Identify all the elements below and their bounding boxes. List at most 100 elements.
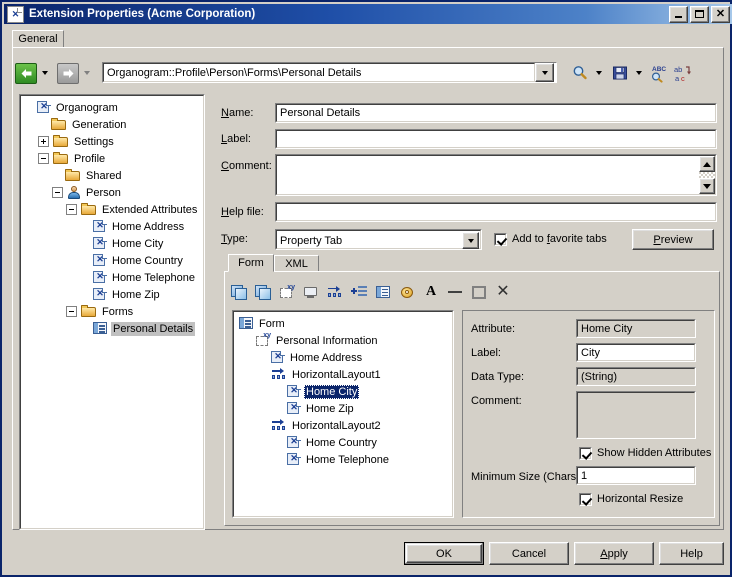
spell-check-icon[interactable]: ABC [647, 62, 671, 84]
horizontal-resize-checkbox[interactable]: Horizontal Resize [579, 492, 683, 506]
tree-item[interactable]: Person [24, 184, 203, 201]
horizontal-resize-checkbox-box[interactable] [579, 492, 592, 506]
comment-scroll-up-button[interactable] [699, 156, 715, 172]
form-structure-tree[interactable]: Form xy Personal Information Home Address Ho… [233, 311, 453, 517]
tree-item[interactable]: Home Address [237, 349, 452, 366]
label-field[interactable] [275, 129, 717, 149]
back-button[interactable] [14, 62, 38, 84]
tree-item[interactable]: HorizontalLayout1 [237, 366, 452, 383]
show-hidden-checkbox-box[interactable] [579, 446, 592, 460]
maximize-button[interactable] [690, 5, 709, 23]
close-button[interactable]: ✕ [711, 5, 730, 23]
tab-general[interactable]: General [12, 30, 64, 48]
tree-expand-icon[interactable] [38, 136, 49, 147]
help-button[interactable]: Help [659, 542, 724, 565]
tree-item[interactable]: Home City [237, 383, 452, 400]
separator-icon[interactable] [446, 283, 464, 301]
tree-item-label: Home Address [112, 220, 185, 233]
search-options-dropdown[interactable] [592, 62, 605, 84]
paste-form-icon[interactable] [254, 283, 272, 301]
add-screen-icon[interactable] [302, 283, 320, 301]
tree-item-label: Home City [112, 237, 164, 250]
navigation-tree-panel[interactable]: Organogram Generation Settings Profile Share… [19, 94, 205, 530]
type-dropdown-arrow[interactable] [462, 232, 479, 249]
tree-expander-none [24, 103, 33, 112]
attribute-icon [93, 253, 107, 267]
tree-item[interactable]: xy Personal Information [237, 332, 452, 349]
tree-item[interactable]: Home Zip [237, 400, 452, 417]
forward-button[interactable] [56, 62, 80, 84]
address-dropdown-arrow[interactable] [535, 63, 554, 82]
apply-button[interactable]: Apply [574, 542, 654, 565]
tree-expander-none [80, 273, 89, 282]
tree-item[interactable]: Settings [24, 133, 203, 150]
tree-item-label: Home Country [306, 436, 377, 449]
tree-item[interactable]: Home City [24, 235, 203, 252]
ok-button[interactable]: OK [404, 542, 484, 565]
preview-button[interactable]: Preview [632, 229, 714, 250]
group-icon[interactable] [470, 283, 488, 301]
favorite-checkbox-box[interactable] [494, 232, 507, 246]
tree-item[interactable]: Home Country [237, 434, 452, 451]
svg-text:ABC: ABC [652, 66, 666, 73]
tree-item[interactable]: Home Address [24, 218, 203, 235]
tree-item[interactable]: Profile [24, 150, 203, 167]
element-label-field-value: City [577, 344, 695, 361]
tree-expander-none [52, 171, 61, 180]
tree-item[interactable]: Form [237, 315, 452, 332]
add-grid-icon[interactable] [374, 283, 392, 301]
tree-item[interactable]: HorizontalLayout2 [237, 417, 452, 434]
tree-item[interactable]: Home Zip [24, 286, 203, 303]
properties-icon[interactable] [398, 283, 416, 301]
comment-field[interactable] [275, 154, 717, 196]
tree-collapse-icon[interactable] [66, 306, 77, 317]
add-to-favorite-tabs-checkbox[interactable]: Add to favorite tabs [494, 232, 607, 246]
minimum-size-field[interactable]: 1 [576, 466, 696, 485]
navigation-tree[interactable]: Organogram Generation Settings Profile Share… [20, 95, 204, 529]
copy-form-icon[interactable] [230, 283, 248, 301]
tree-item[interactable]: Home Country [24, 252, 203, 269]
tree-item[interactable]: Shared [24, 167, 203, 184]
tree-item[interactable]: Home Telephone [24, 269, 203, 286]
add-horizontal-layout-icon[interactable] [326, 283, 344, 301]
tree-item[interactable]: Forms [24, 303, 203, 320]
attribute-label: Attribute: [471, 323, 516, 335]
type-combobox[interactable]: Property Tab [275, 229, 482, 250]
tree-item[interactable]: Organogram [24, 99, 203, 116]
window-title: Extension Properties (Acme Corporation) [29, 8, 256, 20]
cancel-button[interactable]: Cancel [489, 542, 569, 565]
tab-xml[interactable]: XML [274, 255, 319, 272]
save-options-dropdown[interactable] [632, 62, 645, 84]
show-hidden-attributes-checkbox[interactable]: Show Hidden Attributes [579, 446, 719, 460]
form-structure-panel[interactable]: Form xy Personal Information Home Address Ho… [232, 310, 454, 518]
name-field[interactable]: Personal Details [275, 103, 717, 123]
tree-item[interactable]: Generation [24, 116, 203, 133]
save-icon[interactable] [609, 62, 631, 84]
text-style-icon[interactable]: A [422, 283, 440, 301]
tab-form[interactable]: Form [228, 254, 274, 272]
tree-item[interactable]: Extended Attributes [24, 201, 203, 218]
navigation-toolbar: Organogram::Profile\Person\Forms\Persona… [14, 60, 720, 88]
forward-history-dropdown[interactable] [80, 62, 93, 84]
comment-scroll-down-button[interactable] [699, 178, 715, 194]
tree-collapse-icon[interactable] [66, 204, 77, 215]
back-history-dropdown[interactable] [38, 62, 51, 84]
address-combobox[interactable]: Organogram::Profile\Person\Forms\Persona… [102, 62, 557, 83]
comment-scrollbar[interactable] [699, 156, 715, 194]
layout-icon [271, 368, 287, 381]
add-container-icon[interactable]: xy [278, 283, 296, 301]
tree-collapse-icon[interactable] [38, 153, 49, 164]
add-list-icon[interactable] [350, 283, 368, 301]
tree-item[interactable]: Personal Details [24, 320, 203, 337]
replace-icon[interactable]: ab a c [671, 62, 695, 84]
tree-collapse-icon[interactable] [52, 187, 63, 198]
tree-item-label: Home Country [112, 254, 183, 267]
minimize-button[interactable] [669, 5, 688, 23]
help-file-field[interactable] [275, 202, 717, 222]
search-icon[interactable] [569, 62, 591, 84]
element-label-field[interactable]: City [576, 343, 696, 362]
tree-item[interactable]: Home Telephone [237, 451, 452, 468]
preview-button-label: Preview [653, 233, 693, 246]
tree-expander-none [80, 222, 89, 231]
delete-icon[interactable]: ✕ [494, 283, 512, 301]
